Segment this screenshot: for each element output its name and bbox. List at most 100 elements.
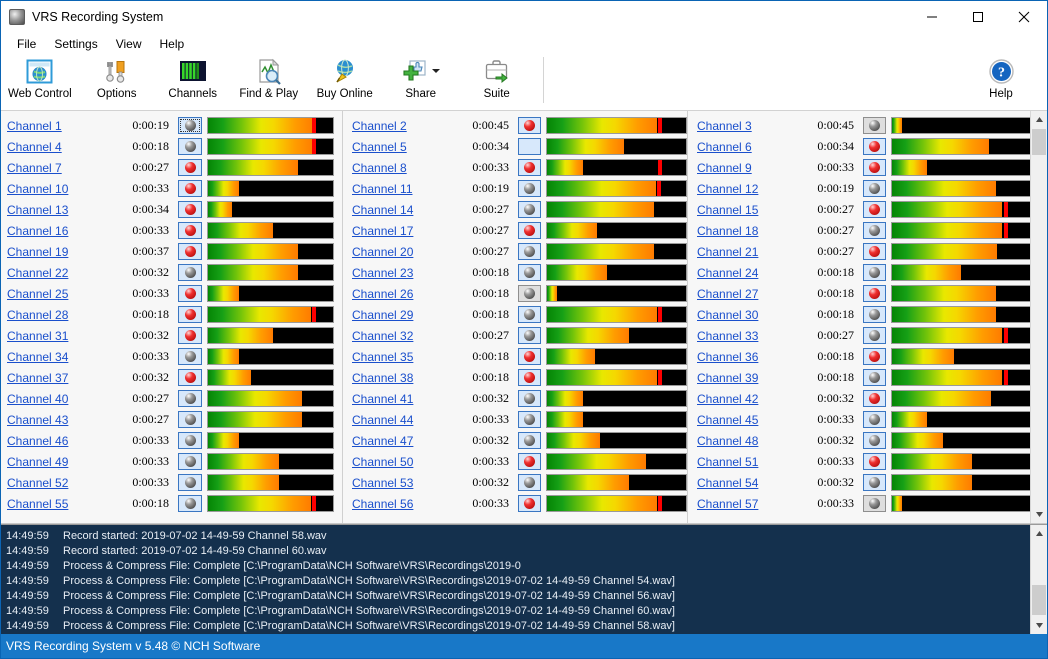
record-toggle-button[interactable] [863, 390, 886, 407]
chevron-down-icon[interactable] [432, 69, 440, 73]
log-row[interactable]: 14:49:59Record started: 2019-07-02 14-49… [1, 543, 1047, 558]
channel-link[interactable]: Channel 3 [688, 119, 784, 133]
record-toggle-button[interactable] [863, 138, 886, 155]
channel-link[interactable]: Channel 34 [1, 350, 97, 364]
record-toggle-button[interactable] [178, 264, 202, 281]
channel-link[interactable]: Channel 57 [688, 497, 784, 511]
record-toggle-button[interactable] [178, 117, 202, 134]
channel-link[interactable]: Channel 33 [688, 329, 784, 343]
channel-scrollbar[interactable] [1030, 111, 1047, 523]
record-toggle-button[interactable] [518, 201, 541, 218]
channel-link[interactable]: Channel 50 [343, 455, 439, 469]
record-toggle-button[interactable] [863, 411, 886, 428]
close-button[interactable] [1001, 1, 1047, 33]
channel-link[interactable]: Channel 20 [343, 245, 439, 259]
channel-link[interactable]: Channel 8 [343, 161, 439, 175]
channel-link[interactable]: Channel 15 [688, 203, 784, 217]
toolbar-button-channels[interactable]: Channels [155, 54, 231, 100]
channel-link[interactable]: Channel 49 [1, 455, 97, 469]
record-toggle-button[interactable] [863, 222, 886, 239]
minimize-button[interactable] [909, 1, 955, 33]
channel-link[interactable]: Channel 39 [688, 371, 784, 385]
record-toggle-button[interactable] [178, 285, 202, 302]
record-toggle-button[interactable] [178, 180, 202, 197]
channel-link[interactable]: Channel 43 [1, 413, 97, 427]
channel-link[interactable]: Channel 55 [1, 497, 97, 511]
log-row[interactable]: 14:49:59Record started: 2019-07-02 14-49… [1, 528, 1047, 543]
record-toggle-button[interactable] [518, 432, 541, 449]
channel-link[interactable]: Channel 18 [688, 224, 784, 238]
record-toggle-button[interactable] [863, 180, 886, 197]
record-toggle-button[interactable] [518, 348, 541, 365]
record-toggle-button[interactable] [178, 453, 202, 470]
toolbar-button-suite[interactable]: Suite [459, 54, 535, 100]
channel-link[interactable]: Channel 28 [1, 308, 97, 322]
channel-link[interactable]: Channel 53 [343, 476, 439, 490]
record-toggle-button[interactable] [863, 306, 886, 323]
channel-link[interactable]: Channel 40 [1, 392, 97, 406]
channel-link[interactable]: Channel 29 [343, 308, 439, 322]
channel-link[interactable]: Channel 14 [343, 203, 439, 217]
record-toggle-button[interactable] [518, 369, 541, 386]
channel-link[interactable]: Channel 30 [688, 308, 784, 322]
channel-link[interactable]: Channel 45 [688, 413, 784, 427]
channel-link[interactable]: Channel 56 [343, 497, 439, 511]
channel-link[interactable]: Channel 48 [688, 434, 784, 448]
record-toggle-button[interactable] [863, 285, 886, 302]
log-scroll-thumb[interactable] [1032, 585, 1046, 615]
record-toggle-button[interactable] [178, 159, 202, 176]
channel-link[interactable]: Channel 1 [1, 119, 97, 133]
record-toggle-button[interactable] [863, 264, 886, 281]
record-toggle-button[interactable] [863, 348, 886, 365]
toolbar-button-web-control[interactable]: Web Control [1, 54, 79, 100]
channel-link[interactable]: Channel 4 [1, 140, 97, 154]
channel-link[interactable]: Channel 12 [688, 182, 784, 196]
record-toggle-button[interactable] [518, 306, 541, 323]
toolbar-button-help[interactable]: ? Help [963, 54, 1039, 100]
record-toggle-button[interactable] [518, 495, 541, 512]
scroll-up-button[interactable] [1031, 111, 1047, 128]
channel-link[interactable]: Channel 25 [1, 287, 97, 301]
record-toggle-button[interactable] [863, 159, 886, 176]
record-toggle-button[interactable] [178, 348, 202, 365]
channel-link[interactable]: Channel 36 [688, 350, 784, 364]
record-toggle-button[interactable] [518, 117, 541, 134]
channel-link[interactable]: Channel 51 [688, 455, 784, 469]
channel-link[interactable]: Channel 41 [343, 392, 439, 406]
channel-link[interactable]: Channel 47 [343, 434, 439, 448]
record-toggle-button[interactable] [518, 243, 541, 260]
scroll-down-button[interactable] [1031, 506, 1047, 523]
record-toggle-button[interactable] [863, 495, 886, 512]
channel-link[interactable]: Channel 38 [343, 371, 439, 385]
record-toggle-button[interactable] [178, 222, 202, 239]
record-toggle-button[interactable] [178, 201, 202, 218]
channel-link[interactable]: Channel 46 [1, 434, 97, 448]
record-toggle-button[interactable] [518, 138, 541, 155]
channel-link[interactable]: Channel 19 [1, 245, 97, 259]
record-toggle-button[interactable] [863, 117, 886, 134]
record-toggle-button[interactable] [518, 285, 541, 302]
record-toggle-button[interactable] [178, 432, 202, 449]
log-row[interactable]: 14:49:59Process & Compress File: Complet… [1, 558, 1047, 573]
menu-file[interactable]: File [8, 35, 45, 53]
record-toggle-button[interactable] [518, 411, 541, 428]
record-toggle-button[interactable] [518, 159, 541, 176]
log-scroll-up-button[interactable] [1031, 525, 1047, 542]
record-toggle-button[interactable] [178, 243, 202, 260]
toolbar-button-share[interactable]: Share [383, 54, 459, 100]
record-toggle-button[interactable] [178, 138, 202, 155]
channel-link[interactable]: Channel 9 [688, 161, 784, 175]
channel-link[interactable]: Channel 52 [1, 476, 97, 490]
toolbar-button-find-and-play[interactable]: Find & Play [231, 54, 307, 100]
record-toggle-button[interactable] [518, 453, 541, 470]
log-row[interactable]: 14:49:59Process & Compress File: Complet… [1, 603, 1047, 618]
record-toggle-button[interactable] [518, 327, 541, 344]
record-toggle-button[interactable] [518, 390, 541, 407]
channel-link[interactable]: Channel 24 [688, 266, 784, 280]
log-list[interactable]: 14:49:59Record started: 2019-07-02 14-49… [1, 525, 1047, 635]
record-toggle-button[interactable] [178, 327, 202, 344]
record-toggle-button[interactable] [863, 327, 886, 344]
record-toggle-button[interactable] [178, 306, 202, 323]
record-toggle-button[interactable] [863, 201, 886, 218]
channel-link[interactable]: Channel 6 [688, 140, 784, 154]
